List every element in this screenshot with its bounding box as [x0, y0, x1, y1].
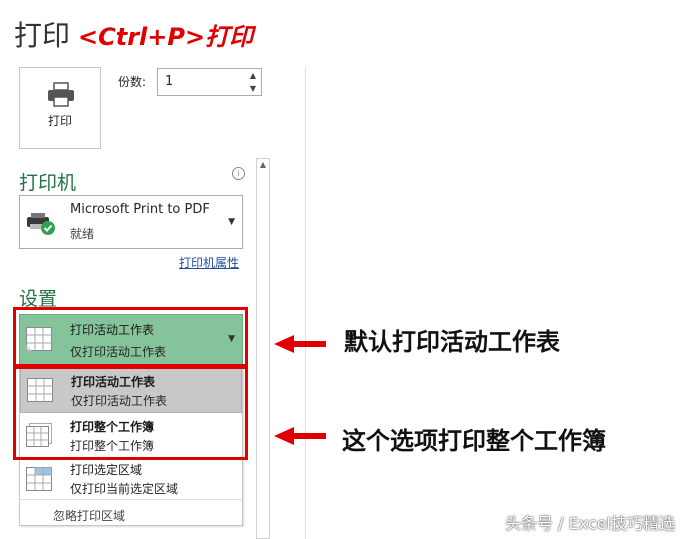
copies-stepper[interactable]: 1 ▲ ▼ — [157, 68, 262, 96]
option-subtitle: 仅打印当前选定区域 — [70, 482, 179, 496]
copies-value: 1 — [165, 74, 174, 89]
page-title: 打印 — [14, 19, 71, 52]
printer-icon — [46, 82, 76, 112]
copies-label: 份数: — [118, 75, 147, 89]
print-button[interactable]: 打印 — [19, 67, 101, 149]
option-title: 打印选定区域 — [70, 463, 143, 477]
watermark: 头条号 / Excel技巧精选 — [505, 514, 675, 533]
printer-properties-link[interactable]: 打印机属性 — [179, 254, 239, 271]
shortcut-annotation: <Ctrl+P>打印 — [78, 23, 254, 51]
printer-dropdown[interactable]: Microsoft Print to PDF 就绪 ▼ — [19, 195, 243, 249]
printer-ready-icon — [26, 211, 58, 241]
spin-down-icon[interactable]: ▼ — [245, 82, 261, 95]
panel-divider — [305, 67, 306, 539]
printer-name: Microsoft Print to PDF — [70, 202, 210, 217]
ignore-print-area-option[interactable]: 忽略打印区域 — [53, 507, 125, 524]
left-arrow-icon — [274, 427, 326, 445]
menu-separator — [20, 499, 242, 500]
spin-up-icon[interactable]: ▲ — [245, 69, 261, 82]
highlight-box-options — [13, 366, 248, 460]
scrollbar[interactable] — [256, 158, 270, 539]
chevron-down-icon: ▼ — [228, 217, 235, 227]
info-icon[interactable]: i — [232, 167, 245, 180]
callout-default: 默认打印活动工作表 — [344, 328, 560, 356]
printer-heading: 打印机 — [19, 172, 77, 194]
scroll-up-icon[interactable]: ▲ — [256, 158, 270, 172]
highlight-box-default — [13, 307, 248, 367]
print-button-label: 打印 — [47, 114, 72, 128]
left-arrow-icon — [274, 335, 326, 353]
callout-workbook: 这个选项打印整个工作簿 — [342, 427, 606, 455]
printer-status: 就绪 — [70, 227, 95, 241]
selection-sheet-icon — [26, 467, 52, 491]
